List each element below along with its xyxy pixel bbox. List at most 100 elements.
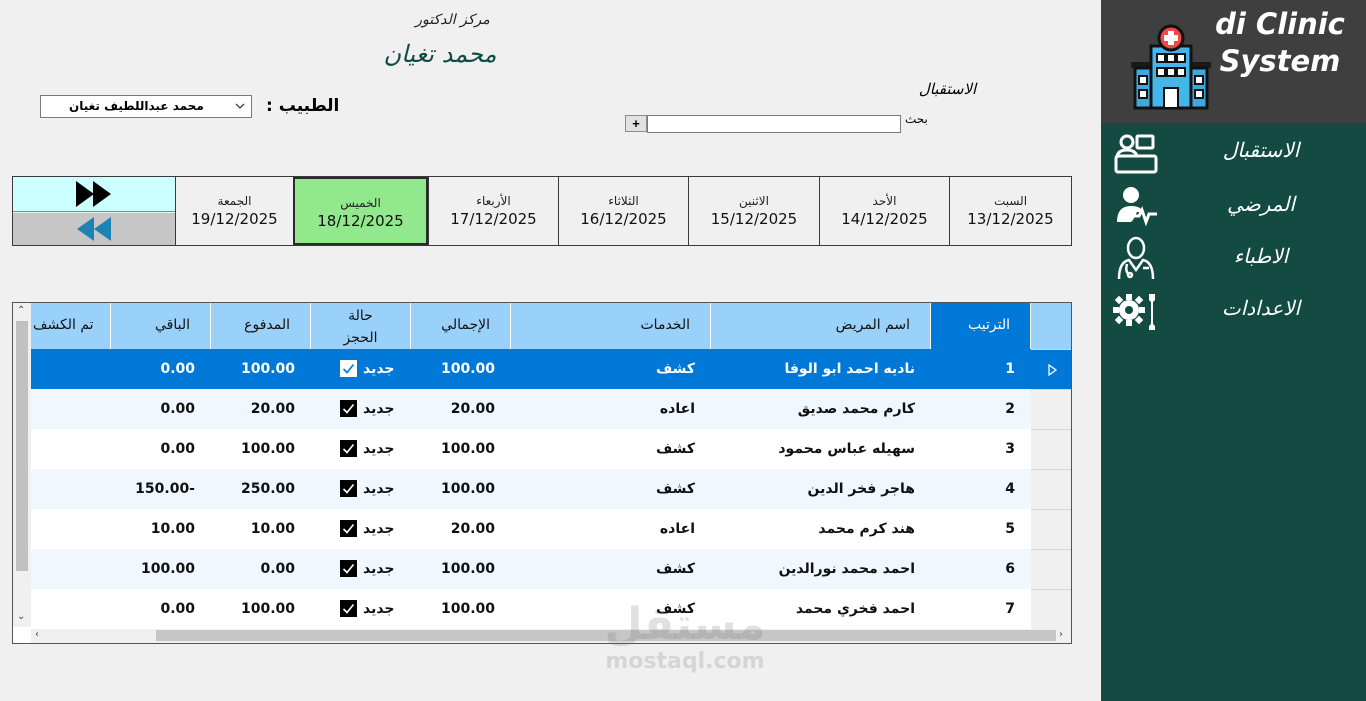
cell-order: 3 <box>1005 441 1015 457</box>
day-tuesday[interactable]: الثلاثاء 16/12/2025 <box>558 177 688 245</box>
cell-remaining: 150.00- <box>135 481 195 497</box>
day-name: الخميس <box>340 196 381 210</box>
day-name: الاثنين <box>739 194 769 208</box>
horizontal-scrollbar[interactable]: ‹ › <box>31 627 1071 643</box>
table-row[interactable]: 10.00 10.00 20.00 اعاده هند كرم محمد 5 جديد <box>31 509 1071 549</box>
column-order[interactable]: الترتيب <box>931 303 1031 349</box>
row-selector[interactable] <box>1031 389 1071 429</box>
day-wednesday[interactable]: الأربعاء 17/12/2025 <box>428 177 558 245</box>
day-date: 15/12/2025 <box>710 210 798 228</box>
status-text: جديد <box>363 481 395 497</box>
cell-remaining: 0.00 <box>160 601 195 617</box>
cell-remaining: 10.00 <box>150 521 195 537</box>
day-thursday[interactable]: الخميس 18/12/2025 <box>293 177 428 245</box>
cell-service: كشف <box>655 481 695 497</box>
status-text: جديد <box>363 361 395 377</box>
sidebar-item-patients[interactable]: المرضي <box>1101 180 1366 230</box>
cell-remaining: 0.00 <box>160 441 195 457</box>
column-label: اسم المريض <box>835 317 910 333</box>
cell-service: كشف <box>655 361 695 377</box>
table-row[interactable]: 0.00 100.00 100.00 كشف ناديه احمد ابو الوفا 1… <box>31 349 1071 389</box>
sidebar-item-reception[interactable]: الاستقبال <box>1101 126 1366 176</box>
center-label: مركز الدكتور <box>415 12 490 28</box>
cell-patient-name: سهيله عباس محمود <box>778 441 915 457</box>
table-row[interactable]: 0.00 100.00 100.00 كشف سهيله عباس محمود 3 جديد <box>31 429 1071 469</box>
sidebar-item-label: الاعدادات <box>1221 296 1301 320</box>
vertical-scrollbar[interactable]: ⌃ ⌄ <box>13 303 31 627</box>
cell-service: اعاده <box>659 521 695 537</box>
checkbox-checked-icon[interactable] <box>340 600 357 617</box>
cell-patient-name: هند كرم محمد <box>818 521 915 537</box>
column-total[interactable]: الإجمالي <box>411 303 511 349</box>
sidebar-item-doctors[interactable]: الاطباء <box>1101 232 1366 282</box>
checkbox-checked-icon[interactable] <box>340 360 357 377</box>
row-selector[interactable] <box>1031 589 1071 629</box>
cell-order: 6 <box>1005 561 1015 577</box>
cell-booking-status: جديد <box>311 589 411 629</box>
cell-order: 4 <box>1005 481 1015 497</box>
cell-service: اعاده <box>659 401 695 417</box>
cell-total: 20.00 <box>450 401 495 417</box>
column-paid[interactable]: المدفوع <box>211 303 311 349</box>
reception-desk-icon <box>1114 134 1158 174</box>
row-header-corner <box>1031 303 1071 349</box>
vertical-scroll-thumb[interactable] <box>16 321 28 571</box>
table-row[interactable]: 100.00 0.00 100.00 كشف احمد محمد نورالدين 6 جد… <box>31 549 1071 589</box>
column-label: الخدمات <box>640 317 691 333</box>
add-button[interactable]: + <box>625 115 647 132</box>
sidebar-item-label: الاستقبال <box>1222 138 1300 162</box>
day-monday[interactable]: الاثنين 15/12/2025 <box>688 177 819 245</box>
app-title-line1: di Clinic <box>1215 7 1345 41</box>
day-date: 14/12/2025 <box>841 210 928 228</box>
row-selector[interactable] <box>1031 509 1071 549</box>
scroll-right-icon[interactable]: › <box>1059 629 1063 641</box>
column-examined[interactable]: تم الكشف <box>31 303 111 349</box>
column-patient-name[interactable]: اسم المريض <box>711 303 931 349</box>
column-services[interactable]: الخدمات <box>511 303 711 349</box>
day-saturday[interactable]: السبت 13/12/2025 <box>949 177 1071 245</box>
next-week-button[interactable] <box>13 177 175 212</box>
day-date: 13/12/2025 <box>967 210 1054 228</box>
cell-service: كشف <box>655 601 695 617</box>
row-selector[interactable] <box>1031 429 1071 469</box>
cell-booking-status: جديد <box>311 389 411 429</box>
checkbox-checked-icon[interactable] <box>340 400 357 417</box>
table-row[interactable]: 0.00 100.00 100.00 كشف احمد فخري محمد 7 جديد <box>31 589 1071 629</box>
table-header: تم الكشف الباقي المدفوع حالة الحجز الإجم… <box>31 303 1071 349</box>
cell-paid: 250.00 <box>240 481 295 497</box>
cell-remaining: 0.00 <box>160 401 195 417</box>
row-selector[interactable] <box>1031 469 1071 509</box>
doctor-select[interactable]: محمد عبداللطيف تغيان <box>40 95 252 118</box>
cell-order: 7 <box>1005 601 1015 617</box>
column-remaining[interactable]: الباقي <box>111 303 211 349</box>
watermark-latin: mostaql.com <box>605 649 765 674</box>
cell-total: 100.00 <box>440 361 495 377</box>
day-date: 17/12/2025 <box>450 210 537 228</box>
cell-total: 100.00 <box>440 481 495 497</box>
checkbox-checked-icon[interactable] <box>340 440 357 457</box>
day-sunday[interactable]: الأحد 14/12/2025 <box>819 177 949 245</box>
table-row[interactable]: 0.00 20.00 20.00 اعاده كارم محمد صديق 2 جديد <box>31 389 1071 429</box>
row-selector[interactable] <box>1031 349 1071 389</box>
checkbox-checked-icon[interactable] <box>340 520 357 537</box>
column-booking-status[interactable]: حالة الحجز <box>311 303 411 349</box>
settings-tools-icon <box>1113 294 1155 330</box>
previous-week-button[interactable] <box>13 213 175 245</box>
sidebar: di Clinic System الاستقبال المرضي الاطبا… <box>1101 0 1366 701</box>
day-friday[interactable]: الجمعة 19/12/2025 <box>175 177 293 245</box>
checkbox-checked-icon[interactable] <box>340 560 357 577</box>
cell-total: 100.00 <box>440 441 495 457</box>
row-selector[interactable] <box>1031 549 1071 589</box>
scroll-down-icon[interactable]: ⌄ <box>17 611 25 623</box>
scroll-up-icon[interactable]: ⌃ <box>17 305 25 317</box>
horizontal-scroll-thumb[interactable] <box>156 630 1056 641</box>
sidebar-item-settings[interactable]: الاعدادات <box>1101 284 1366 334</box>
scroll-left-icon[interactable]: ‹ <box>35 629 39 641</box>
table-row[interactable]: 150.00- 250.00 100.00 كشف هاجر فخر الدين 4 جدي… <box>31 469 1071 509</box>
column-label: الإجمالي <box>441 317 490 333</box>
patient-pulse-icon <box>1117 187 1157 227</box>
search-input[interactable] <box>647 115 901 133</box>
checkbox-checked-icon[interactable] <box>340 480 357 497</box>
cell-paid: 100.00 <box>240 361 295 377</box>
cell-service: كشف <box>655 561 695 577</box>
